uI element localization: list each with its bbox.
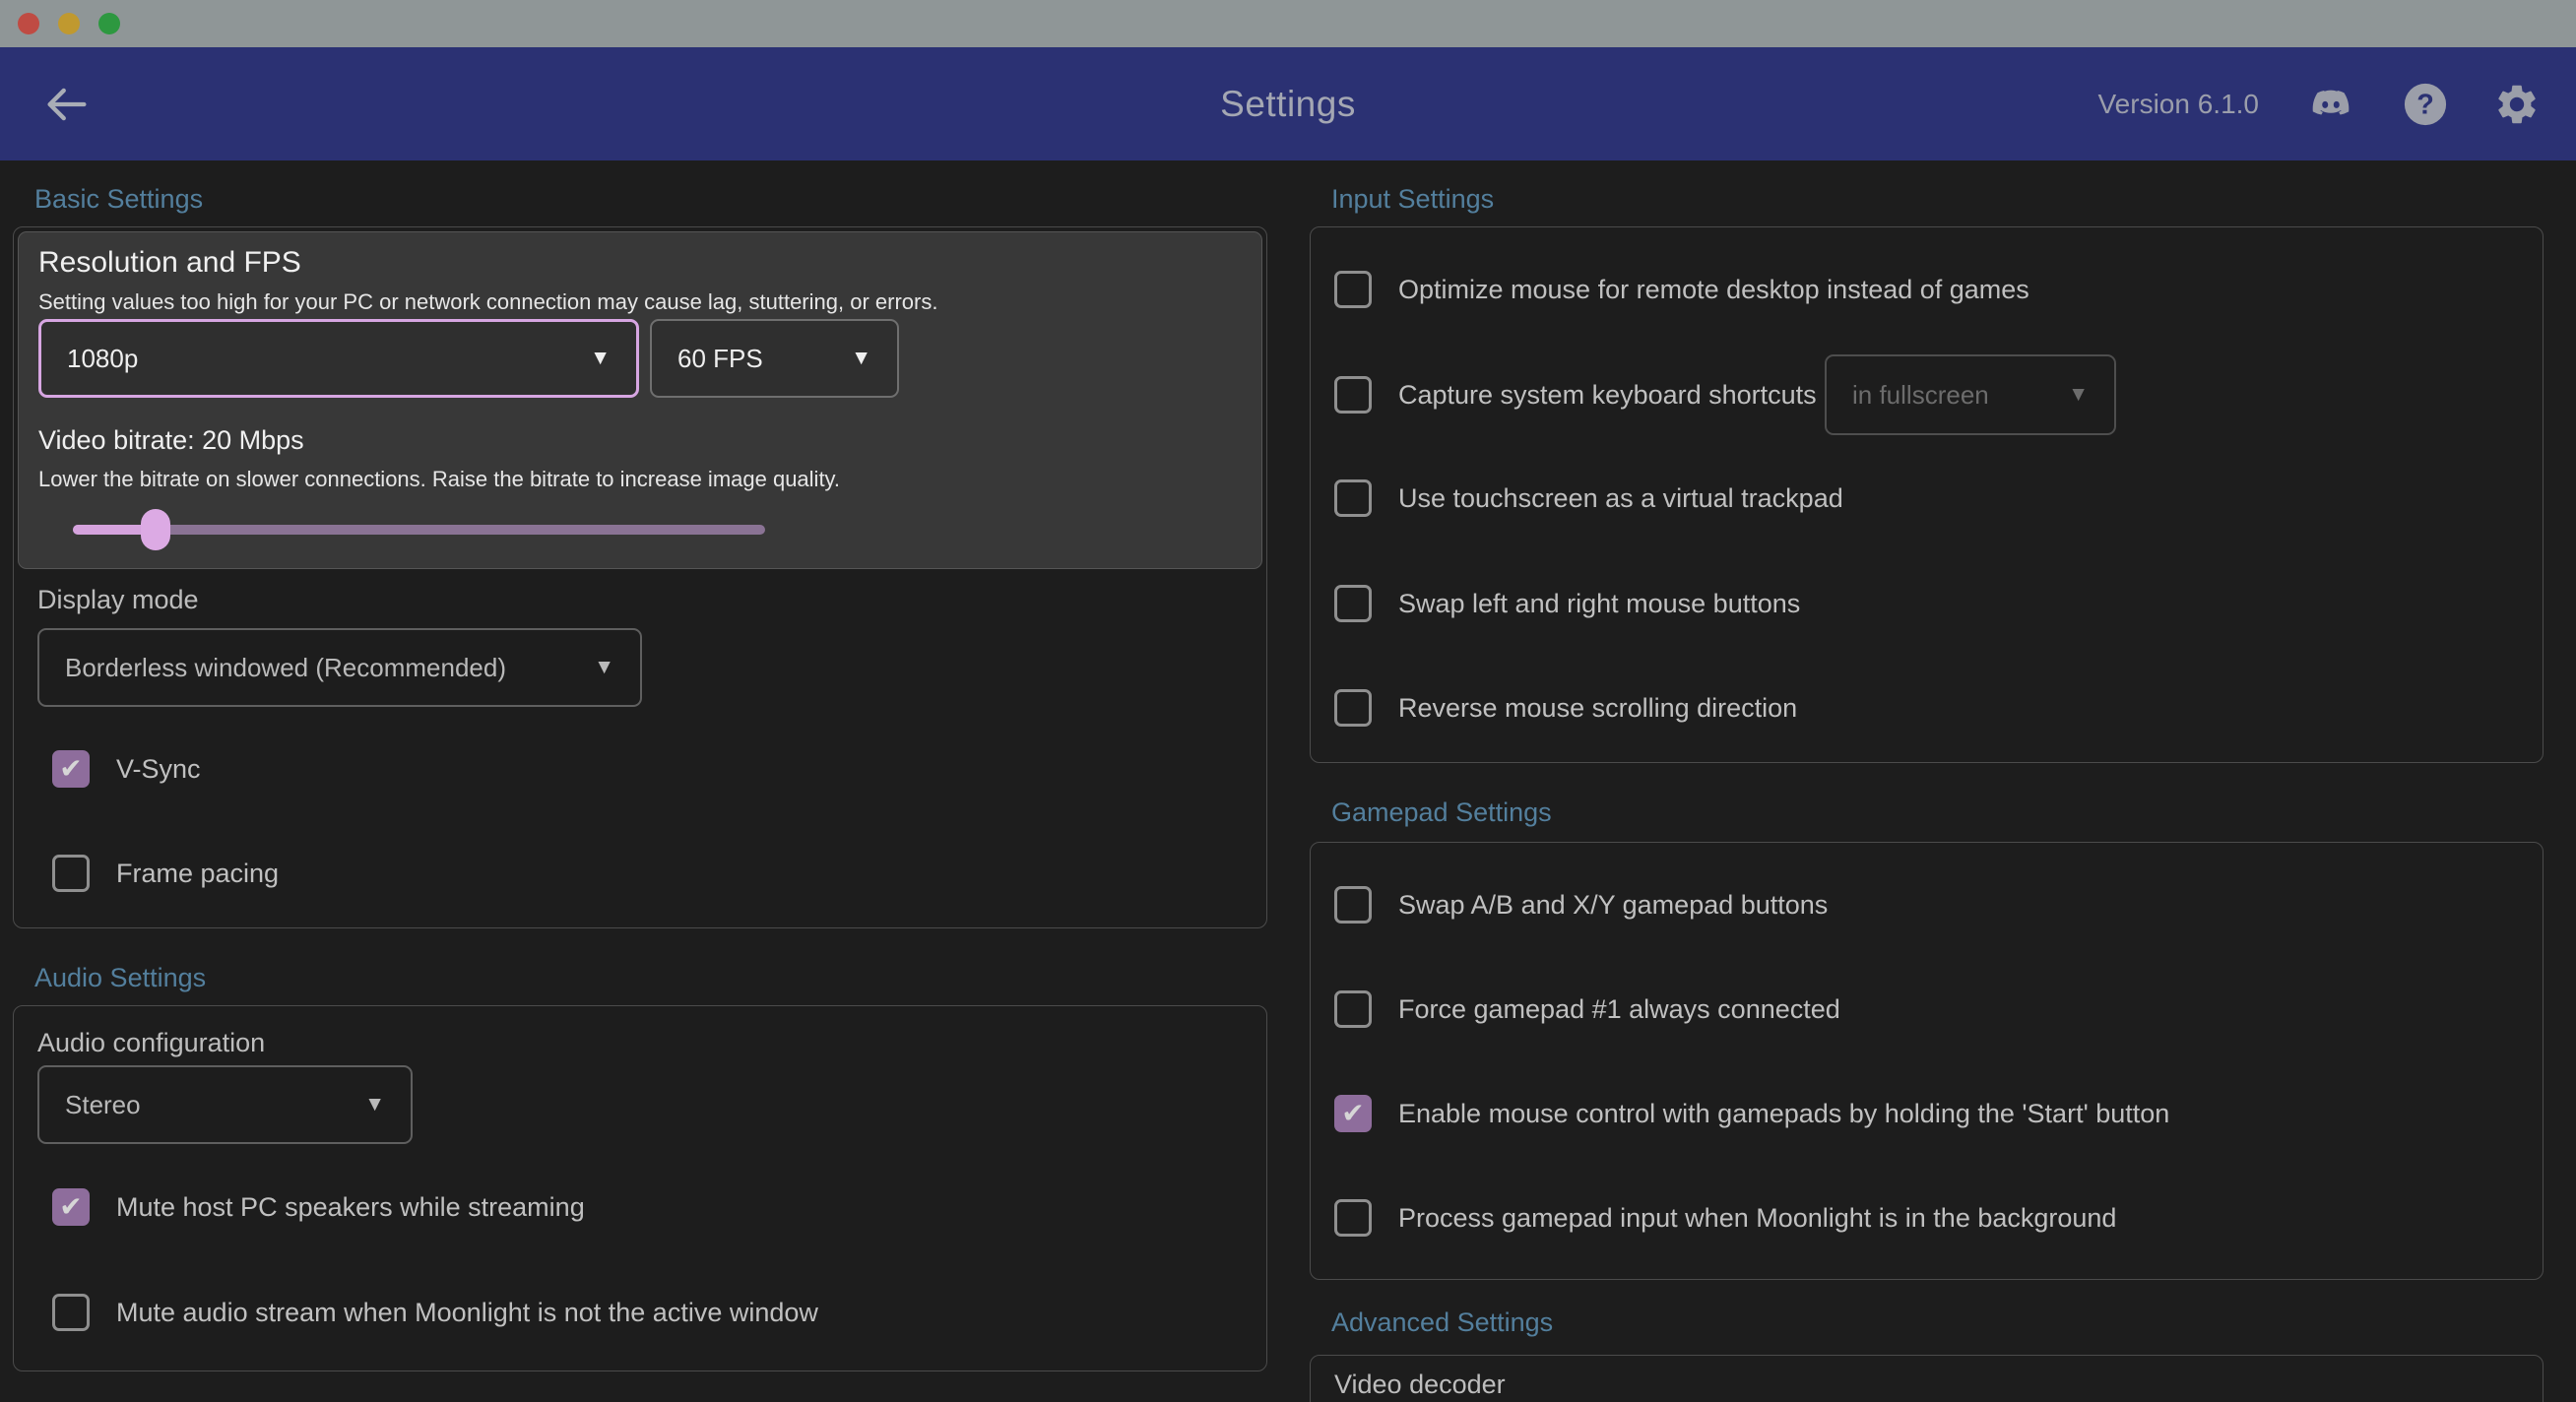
resolution-dropdown-value: 1080p xyxy=(67,344,138,374)
header-actions: Version 6.1.0 ? xyxy=(2098,47,2541,160)
resolution-fps-card[interactable]: Resolution and FPS Setting values too hi… xyxy=(18,231,1262,569)
chevron-down-icon: ▼ xyxy=(594,656,614,679)
advanced-settings-heading: Advanced Settings xyxy=(1331,1307,1553,1338)
mute-inactive-label: Mute audio stream when Moonlight is not … xyxy=(116,1298,818,1328)
mute-host-row[interactable]: ✔ Mute host PC speakers while streaming xyxy=(52,1188,585,1226)
version-label: Version 6.1.0 xyxy=(2098,89,2259,120)
minimize-window-button[interactable] xyxy=(58,13,80,34)
bitrate-slider[interactable] xyxy=(73,509,765,550)
window-titlebar xyxy=(0,0,2576,47)
gamepad-mouse-control-row[interactable]: ✔ Enable mouse control with gamepads by … xyxy=(1334,1095,2169,1132)
chevron-down-icon: ▼ xyxy=(364,1093,385,1116)
audio-config-dropdown-value: Stereo xyxy=(65,1090,141,1120)
mute-inactive-row[interactable]: ✔ Mute audio stream when Moonlight is no… xyxy=(52,1294,818,1331)
basic-settings-card: Resolution and FPS Setting values too hi… xyxy=(13,226,1267,928)
force-gamepad-row[interactable]: ✔ Force gamepad #1 always connected xyxy=(1334,990,1840,1028)
vsync-row[interactable]: ✔ V-Sync xyxy=(52,750,201,788)
chevron-down-icon: ▼ xyxy=(590,347,611,370)
back-button[interactable] xyxy=(41,79,93,130)
touchscreen-trackpad-label: Use touchscreen as a virtual trackpad xyxy=(1398,483,1843,514)
capture-shortcuts-row[interactable]: ✔ Capture system keyboard shortcuts in f… xyxy=(1334,376,1817,414)
touchscreen-trackpad-checkbox[interactable]: ✔ xyxy=(1334,479,1372,517)
chevron-down-icon: ▼ xyxy=(851,347,871,370)
audio-settings-heading: Audio Settings xyxy=(34,963,206,993)
capture-shortcuts-mode-dropdown: in fullscreen ▼ xyxy=(1825,354,2116,435)
video-decoder-label: Video decoder xyxy=(1334,1370,1506,1400)
bitrate-title: Video bitrate: 20 Mbps xyxy=(38,425,304,456)
gear-icon[interactable] xyxy=(2493,81,2541,128)
swap-gamepad-buttons-label: Swap A/B and X/Y gamepad buttons xyxy=(1398,890,1828,921)
fps-dropdown[interactable]: 60 FPS ▼ xyxy=(650,319,899,398)
reverse-scrolling-row[interactable]: ✔ Reverse mouse scrolling direction xyxy=(1334,689,1797,727)
bitrate-subtitle: Lower the bitrate on slower connections.… xyxy=(38,467,840,492)
fps-dropdown-value: 60 FPS xyxy=(677,344,763,374)
audio-settings-card: Audio configuration Stereo ▼ ✔ Mute host… xyxy=(13,1005,1267,1371)
zoom-window-button[interactable] xyxy=(98,13,120,34)
moonlight-settings-window: Settings Version 6.1.0 ? Basic Settings … xyxy=(0,0,2576,1402)
swap-gamepad-buttons-checkbox[interactable]: ✔ xyxy=(1334,886,1372,924)
help-question-glyph: ? xyxy=(2416,89,2434,120)
page-title: Settings xyxy=(1220,84,1356,125)
gamepad-mouse-control-label: Enable mouse control with gamepads by ho… xyxy=(1398,1099,2169,1129)
vsync-label: V-Sync xyxy=(116,754,201,785)
display-mode-dropdown-value: Borderless windowed (Recommended) xyxy=(65,653,506,683)
touchscreen-trackpad-row[interactable]: ✔ Use touchscreen as a virtual trackpad xyxy=(1334,479,1843,517)
close-window-button[interactable] xyxy=(18,13,39,34)
input-settings-heading: Input Settings xyxy=(1331,184,1494,215)
background-gamepad-label: Process gamepad input when Moonlight is … xyxy=(1398,1203,2116,1234)
advanced-settings-card: Video decoder xyxy=(1310,1355,2544,1402)
vsync-checkbox[interactable]: ✔ xyxy=(52,750,90,788)
gamepad-settings-heading: Gamepad Settings xyxy=(1331,797,1552,828)
capture-shortcuts-checkbox[interactable]: ✔ xyxy=(1334,376,1372,414)
bitrate-slider-thumb[interactable] xyxy=(141,509,170,550)
display-mode-label: Display mode xyxy=(37,585,199,615)
optimize-mouse-label: Optimize mouse for remote desktop instea… xyxy=(1398,275,2029,305)
basic-settings-heading: Basic Settings xyxy=(34,184,203,215)
mute-inactive-checkbox[interactable]: ✔ xyxy=(52,1294,90,1331)
frame-pacing-checkbox[interactable]: ✔ xyxy=(52,855,90,892)
force-gamepad-checkbox[interactable]: ✔ xyxy=(1334,990,1372,1028)
background-gamepad-row[interactable]: ✔ Process gamepad input when Moonlight i… xyxy=(1334,1199,2116,1237)
chevron-down-icon: ▼ xyxy=(2068,383,2089,407)
swap-gamepad-buttons-row[interactable]: ✔ Swap A/B and X/Y gamepad buttons xyxy=(1334,886,1828,924)
optimize-mouse-row[interactable]: ✔ Optimize mouse for remote desktop inst… xyxy=(1334,271,2029,308)
help-icon[interactable]: ? xyxy=(2403,82,2448,127)
background-gamepad-checkbox[interactable]: ✔ xyxy=(1334,1199,1372,1237)
check-icon: ✔ xyxy=(1341,1100,1364,1127)
resolution-dropdown[interactable]: 1080p ▼ xyxy=(38,319,639,398)
swap-mouse-buttons-checkbox[interactable]: ✔ xyxy=(1334,585,1372,622)
optimize-mouse-checkbox[interactable]: ✔ xyxy=(1334,271,1372,308)
frame-pacing-row[interactable]: ✔ Frame pacing xyxy=(52,855,279,892)
resolution-fps-row: 1080p ▼ 60 FPS ▼ xyxy=(38,319,899,398)
swap-mouse-buttons-row[interactable]: ✔ Swap left and right mouse buttons xyxy=(1334,585,1800,622)
reverse-scrolling-checkbox[interactable]: ✔ xyxy=(1334,689,1372,727)
audio-config-label: Audio configuration xyxy=(37,1028,265,1058)
force-gamepad-label: Force gamepad #1 always connected xyxy=(1398,994,1840,1025)
mute-host-label: Mute host PC speakers while streaming xyxy=(116,1192,585,1223)
swap-mouse-buttons-label: Swap left and right mouse buttons xyxy=(1398,589,1800,619)
display-mode-dropdown[interactable]: Borderless windowed (Recommended) ▼ xyxy=(37,628,642,707)
capture-shortcuts-label: Capture system keyboard shortcuts xyxy=(1398,380,1817,411)
bitrate-slider-track[interactable] xyxy=(73,525,765,535)
capture-shortcuts-mode-value: in fullscreen xyxy=(1852,380,1989,411)
check-icon: ✔ xyxy=(59,1193,82,1221)
mute-host-checkbox[interactable]: ✔ xyxy=(52,1188,90,1226)
gamepad-mouse-control-checkbox[interactable]: ✔ xyxy=(1334,1095,1372,1132)
audio-config-dropdown[interactable]: Stereo ▼ xyxy=(37,1065,413,1144)
resolution-card-subtitle: Setting values too high for your PC or n… xyxy=(38,289,937,315)
frame-pacing-label: Frame pacing xyxy=(116,859,279,889)
discord-icon[interactable] xyxy=(2304,84,2357,125)
gamepad-settings-card: ✔ Swap A/B and X/Y gamepad buttons ✔ For… xyxy=(1310,842,2544,1280)
app-header: Settings Version 6.1.0 ? xyxy=(0,47,2576,160)
reverse-scrolling-label: Reverse mouse scrolling direction xyxy=(1398,693,1797,724)
input-settings-card: ✔ Optimize mouse for remote desktop inst… xyxy=(1310,226,2544,763)
resolution-card-title: Resolution and FPS xyxy=(38,246,301,280)
back-arrow-icon xyxy=(41,117,93,134)
check-icon: ✔ xyxy=(59,755,82,783)
